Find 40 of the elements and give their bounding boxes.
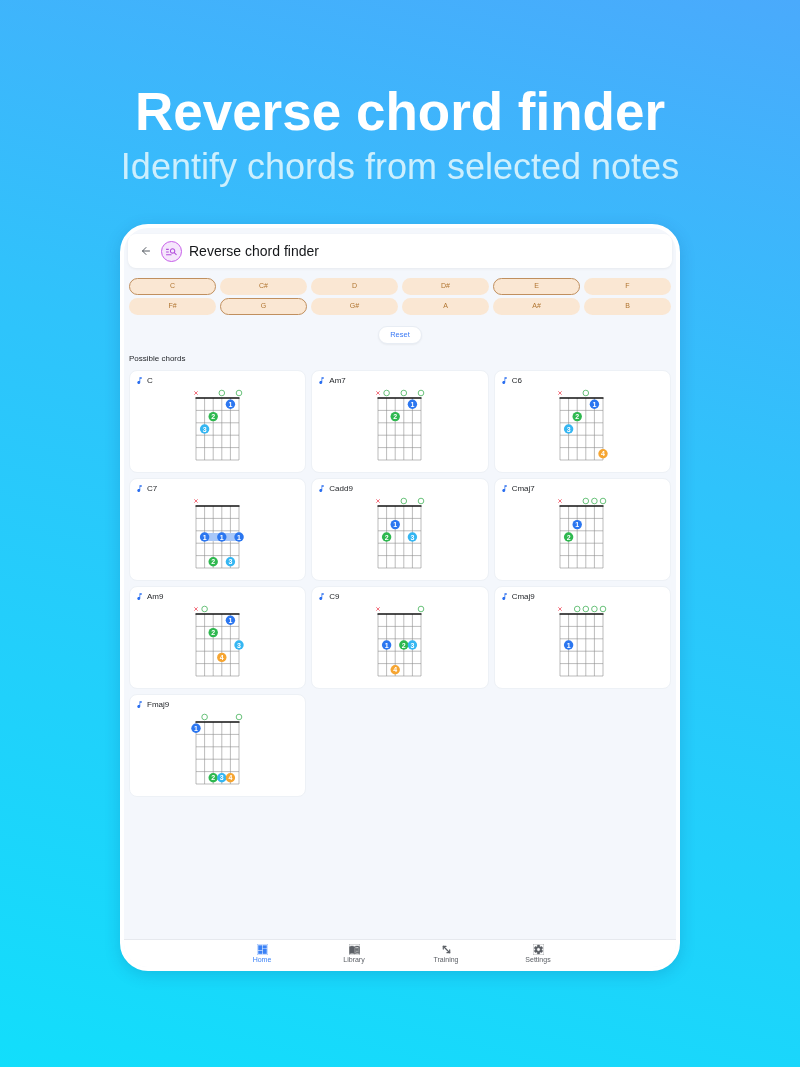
chord-name: C [147,375,153,386]
dashboard-icon [256,943,268,955]
fretboard-grid [376,505,423,569]
fretboard-grid [559,613,605,677]
book-icon [348,943,360,955]
fretboard-grid [194,613,240,677]
chord-name: C7 [147,483,158,494]
music-note-icon [135,484,144,493]
chord-name: C9 [329,591,340,602]
chord-name: Fmaj9 [147,699,170,710]
fretboard-grid [194,505,240,569]
chord-search-icon [161,240,182,262]
chord-name: Am9 [147,591,164,602]
diagonal-arrows-icon [440,943,452,955]
section-title: Possible chords [128,353,187,365]
music-note-icon [135,592,144,601]
music-note-icon [317,376,327,385]
app-bar-title: Reverse chord finder [189,241,319,261]
music-note-icon [499,376,509,385]
fretboard-grid [194,721,240,785]
settings-icon [532,943,544,955]
back-icon[interactable] [140,245,152,257]
fretboard-grid [376,613,423,677]
music-note-icon [317,592,327,601]
chord-name: Cadd9 [329,483,353,494]
music-note-icon [317,484,327,493]
fretboard-grid [194,397,240,461]
chord-name: Cmaj9 [511,591,535,602]
fretboard-grid [559,397,605,461]
subheadline: Identify chords from selected notes [120,145,680,189]
fretboard-grid [559,505,605,569]
fretboard-grid [376,397,423,461]
music-note-icon [135,700,144,709]
music-note-icon [499,484,509,493]
music-note-icon [135,376,144,385]
music-note-icon [499,592,509,601]
headline: Reverse chord finder [134,82,666,142]
chord-name: Cmaj7 [511,483,535,494]
chord-name: Am7 [329,375,346,386]
chord-name: C6 [511,375,522,386]
